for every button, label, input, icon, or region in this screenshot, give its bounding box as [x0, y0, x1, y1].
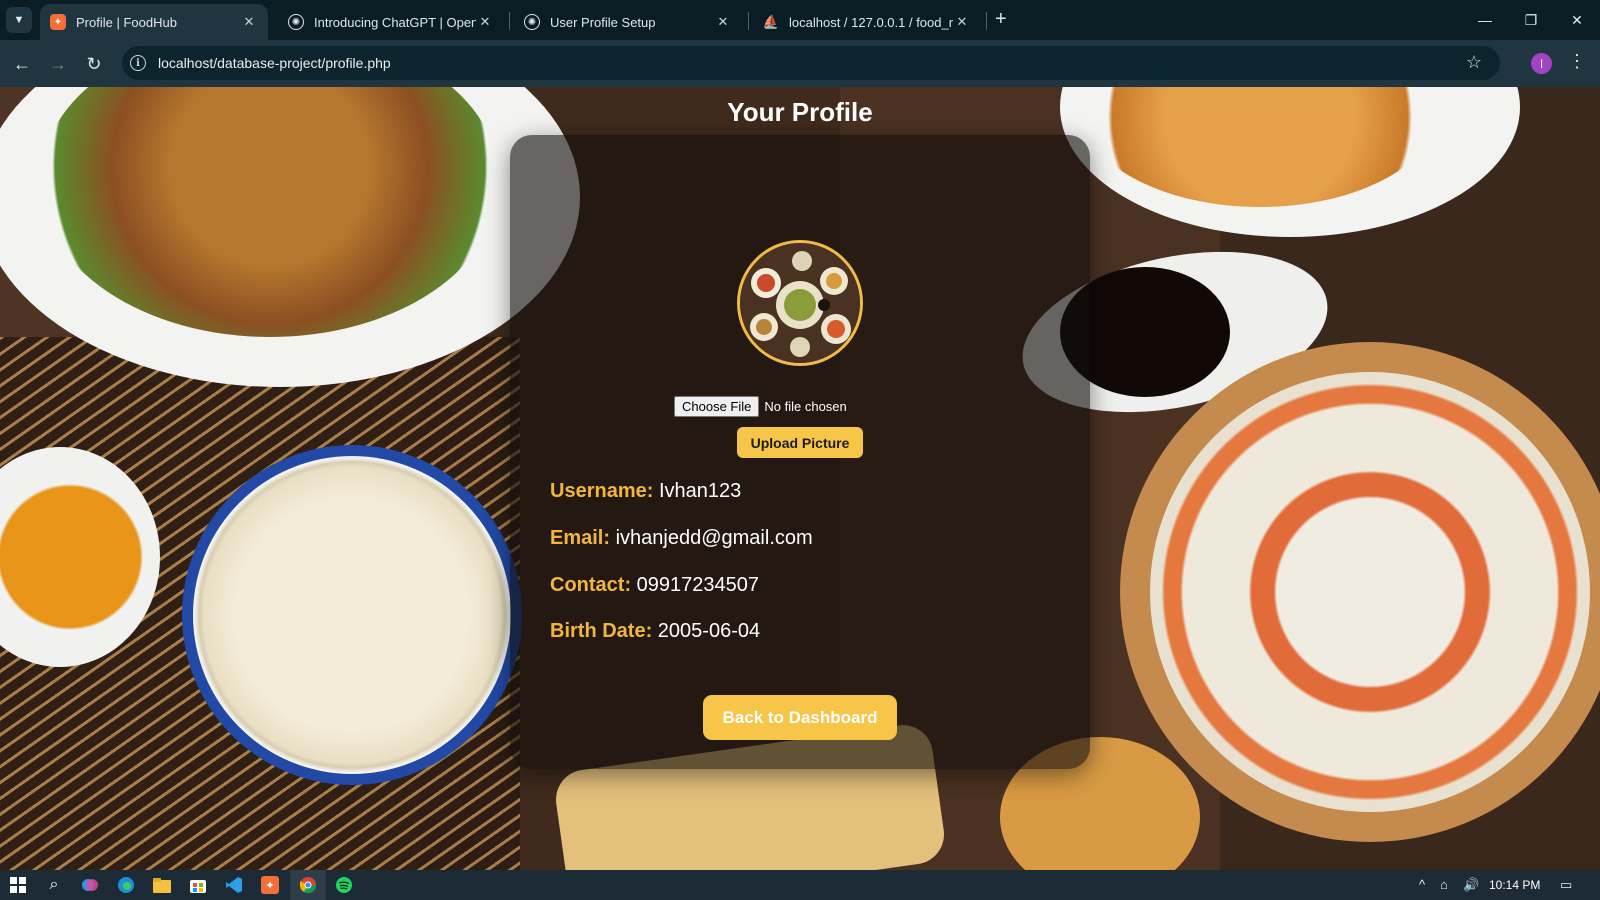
profile-picture [737, 240, 863, 366]
new-tab-button[interactable]: + [995, 8, 1007, 31]
network-icon[interactable]: ⌂ [1440, 877, 1448, 892]
profile-avatar[interactable]: I [1531, 53, 1552, 74]
vscode-icon[interactable] [216, 870, 252, 900]
svg-text:✦: ✦ [265, 879, 274, 892]
upload-picture-button[interactable]: Upload Picture [737, 427, 863, 458]
close-icon[interactable]: ✕ [476, 14, 494, 30]
tab-separator [748, 12, 749, 30]
address-bar[interactable]: i localhost/database-project/profile.php… [122, 46, 1500, 80]
chevron-down-icon: ▼ [13, 14, 25, 26]
edge-icon[interactable] [108, 870, 144, 900]
email-value: ivhanjedd@gmail.com [615, 527, 813, 549]
email-label: Email: [550, 527, 611, 549]
browser-toolbar: ← → ↻ i localhost/database-project/profi… [0, 40, 1600, 87]
close-icon[interactable]: ✕ [714, 14, 732, 30]
tab-separator [986, 12, 987, 30]
notification-icon[interactable]: ▭ [1560, 877, 1572, 893]
spotify-icon[interactable] [326, 870, 362, 900]
contact-row: Contact: 09917234507 [550, 574, 759, 597]
tab-title: Profile | FoodHub [76, 14, 177, 30]
tab-introducing-chatgpt[interactable]: ✺ Introducing ChatGPT | OpenAI ✕ [278, 4, 504, 40]
openai-icon: ✺ [524, 14, 540, 30]
chevron-up-icon[interactable]: ^ [1419, 877, 1425, 892]
foodhub-icon: ✦ [50, 14, 66, 30]
chrome-icon[interactable] [290, 870, 326, 900]
volume-icon[interactable]: 🔊 [1463, 877, 1479, 893]
search-icon[interactable]: ⌕ [36, 870, 72, 900]
tab-title: Introducing ChatGPT | OpenAI [314, 14, 476, 30]
birth-date-row: Birth Date: 2005-06-04 [550, 620, 760, 643]
restore-button[interactable]: ❐ [1508, 0, 1554, 40]
contact-value: 09917234507 [636, 574, 760, 596]
reload-icon: ↻ [86, 53, 102, 74]
shrimp-noodles-image [1150, 372, 1590, 812]
tab-title: User Profile Setup [550, 14, 656, 30]
arrow-left-icon: ← [13, 53, 31, 74]
windows-taskbar: ⌕ ✦ ^ ⌂ 🔊 10:14 PM ▭ [0, 870, 1600, 900]
menu-kebab-icon[interactable]: ⋮ [1568, 51, 1586, 72]
close-icon[interactable]: ✕ [953, 14, 971, 30]
username-label: Username: [550, 480, 654, 502]
url-text: localhost/database-project/profile.php [158, 55, 391, 71]
reload-button[interactable]: ↻ [81, 51, 107, 77]
choose-file-button[interactable]: Choose File [674, 396, 760, 417]
file-explorer-icon[interactable] [144, 870, 180, 900]
tab-separator [509, 12, 510, 30]
page-title: Your Profile [727, 97, 873, 127]
tab-title: localhost / 127.0.0.1 / food_reci [789, 14, 953, 30]
tab-strip: ▼ ✦ Profile | FoodHub ✕ ✺ Introducing Ch… [0, 0, 1600, 40]
file-input[interactable]: Choose File No file chosen [674, 396, 847, 417]
username-value: Ivhan123 [658, 480, 742, 502]
restore-icon: ❐ [1524, 11, 1538, 28]
xampp-icon[interactable]: ✦ [252, 870, 288, 900]
close-icon: ✕ [1571, 11, 1583, 28]
file-status-text: No file chosen [764, 399, 847, 414]
tab-user-profile-setup[interactable]: ✺ User Profile Setup ✕ [514, 4, 742, 40]
page-content [0, 87, 1600, 870]
minimize-icon: — [1478, 12, 1492, 28]
site-info-icon[interactable]: i [130, 55, 146, 71]
openai-icon: ✺ [288, 14, 304, 30]
close-icon[interactable]: ✕ [240, 14, 258, 30]
fried-rice-image [193, 456, 511, 774]
back-to-dashboard-button[interactable]: Back to Dashboard [703, 695, 897, 740]
tab-profile-foodhub[interactable]: ✦ Profile | FoodHub ✕ [40, 4, 268, 40]
clock-time[interactable]: 10:14 PM [1489, 878, 1540, 892]
birth-date-value: 2005-06-04 [657, 620, 761, 642]
phpmyadmin-icon: ⛵ [762, 14, 780, 29]
email-row: Email: ivhanjedd@gmail.com [550, 527, 813, 550]
windows-start-icon[interactable] [0, 870, 36, 900]
forward-button[interactable]: → [45, 51, 71, 77]
copilot-icon[interactable] [72, 870, 108, 900]
tab-phpmyadmin[interactable]: ⛵ localhost / 127.0.0.1 / food_reci ✕ [753, 4, 981, 40]
close-window-button[interactable]: ✕ [1554, 0, 1600, 40]
arrow-right-icon: → [49, 53, 67, 74]
bookmark-star-icon[interactable]: ☆ [1466, 52, 1482, 73]
back-button[interactable]: ← [9, 51, 35, 77]
contact-label: Contact: [550, 574, 632, 596]
food-collage-image [740, 243, 860, 363]
birth-date-label: Birth Date: [550, 620, 653, 642]
plus-icon: + [995, 8, 1007, 30]
store-icon[interactable] [180, 870, 216, 900]
minimize-button[interactable]: — [1462, 0, 1508, 40]
tab-search-button[interactable]: ▼ [6, 7, 32, 33]
username-row: Username: Ivhan123 [550, 480, 741, 503]
